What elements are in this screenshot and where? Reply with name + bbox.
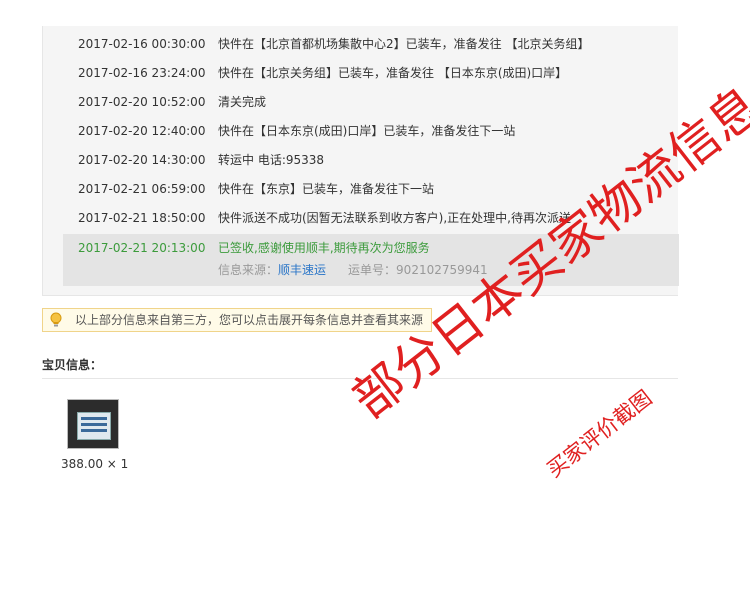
items-section-title: 宝贝信息： xyxy=(42,358,103,372)
watermark-sub: 买家评价截图 xyxy=(542,385,657,483)
source-carrier-link[interactable]: 顺丰速运 xyxy=(278,263,326,277)
tracking-time: 2017-02-16 23:24:00 xyxy=(78,66,206,80)
third-party-notice: 以上部分信息来自第三方，您可以点击展开每条信息并查看其来源 xyxy=(42,308,432,332)
tracking-description: 清关完成 xyxy=(218,95,267,109)
product-thumbnail[interactable] xyxy=(67,399,119,449)
tracking-time: 2017-02-20 10:52:00 xyxy=(78,95,206,109)
tracking-time: 2017-02-20 14:30:00 xyxy=(78,153,206,167)
waybill-label: 运单号： xyxy=(348,263,397,277)
tracking-row[interactable]: 2017-02-16 23:24:00 快件在【北京关务组】已装车，准备发往 【… xyxy=(43,59,679,88)
notice-text: 以上部分信息来自第三方，您可以点击展开每条信息并查看其来源 xyxy=(75,313,424,327)
lightbulb-icon xyxy=(50,312,62,327)
tracking-time: 2017-02-21 20:13:00 xyxy=(78,241,206,255)
tracking-description: 快件在【北京关务组】已装车，准备发往 【日本东京(成田)口岸】 xyxy=(218,66,568,80)
tracking-time: 2017-02-16 00:30:00 xyxy=(78,37,206,51)
tracking-description: 快件在【东京】已装车，准备发往下一站 xyxy=(218,182,435,196)
tracking-description: 转运中 电话:95338 xyxy=(218,153,325,167)
product-image xyxy=(77,412,111,440)
tracking-description: 快件派送不成功(因暂无法联系到收方客户),正在处理中,待再次派送 xyxy=(218,211,571,225)
tracking-row[interactable]: 2017-02-20 12:40:00 快件在【日本东京(成田)口岸】已装车，准… xyxy=(43,117,679,146)
tracking-source-line: 信息来源：顺丰速运 运单号：902102759941 xyxy=(218,258,488,282)
tracking-time: 2017-02-20 12:40:00 xyxy=(78,124,206,138)
tracking-row[interactable]: 2017-02-20 14:30:00 转运中 电话:95338 xyxy=(43,146,679,175)
tracking-row[interactable]: 2017-02-16 00:30:00 快件在【北京首都机场集散中心2】已装车，… xyxy=(43,30,679,59)
tracking-row[interactable]: 2017-02-20 10:52:00 清关完成 xyxy=(43,88,679,117)
product-price-quantity: 388.00 × 1 xyxy=(61,457,129,471)
tracking-time: 2017-02-21 18:50:00 xyxy=(78,211,206,225)
tracking-description: 快件在【日本东京(成田)口岸】已装车，准备发往下一站 xyxy=(218,124,516,138)
tracking-description: 快件在【北京首都机场集散中心2】已装车，准备发往 【北京关务组】 xyxy=(218,37,590,51)
tracking-time: 2017-02-21 06:59:00 xyxy=(78,182,206,196)
source-label: 信息来源： xyxy=(218,263,279,277)
